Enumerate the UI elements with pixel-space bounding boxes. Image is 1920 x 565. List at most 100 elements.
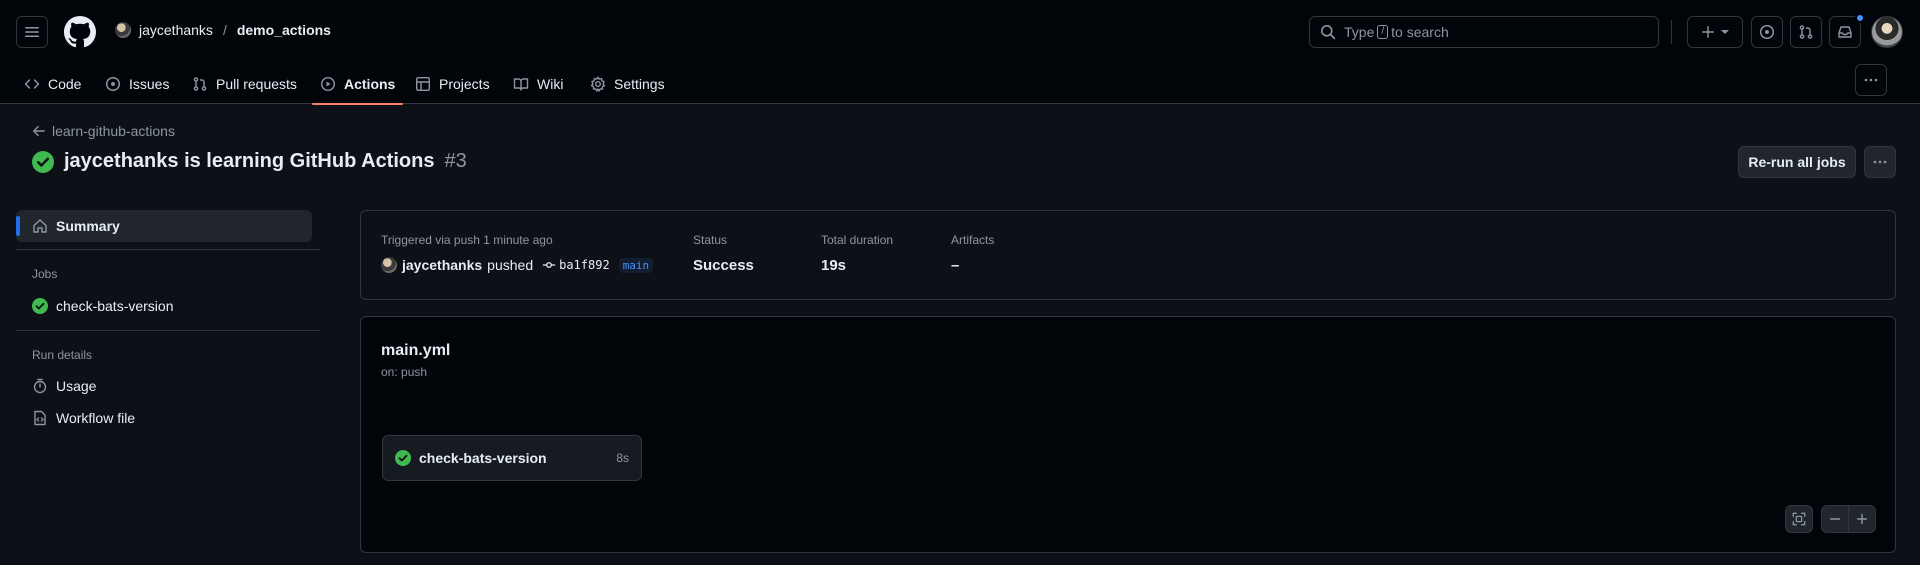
owner-link[interactable]: jaycethanks (139, 22, 213, 38)
workflow-file-name: main.yml (381, 342, 451, 359)
status-label: Status (693, 233, 728, 247)
breadcrumb-separator: / (222, 22, 227, 38)
git-commit-icon (542, 262, 556, 268)
tab-projects-label: Projects (439, 76, 490, 92)
tab-actions-label: Actions (344, 76, 396, 92)
inbox-icon (1838, 26, 1852, 38)
sidebar-item-usage[interactable]: Usage (16, 370, 312, 402)
workflow-graph-panel: main.yml on: push check-bats-version 8s (360, 316, 1896, 553)
search-input[interactable]: Type / to search (1309, 16, 1659, 48)
pull-requests-button[interactable] (1790, 16, 1822, 48)
repo-link[interactable]: demo_actions (237, 22, 331, 38)
tab-pull-requests-label: Pull requests (216, 76, 297, 92)
tab-settings[interactable]: Settings (582, 64, 673, 104)
sidebar-run-details-heading: Run details (32, 348, 93, 362)
file-code-icon (34, 410, 46, 426)
sidebar-item-label: Workflow file (56, 410, 136, 426)
sidebar-item-workflow-file[interactable]: Workflow file (16, 402, 312, 434)
home-icon (33, 219, 47, 233)
plus-icon (1856, 513, 1868, 525)
job-card[interactable]: check-bats-version 8s (382, 435, 642, 481)
book-icon (513, 78, 529, 91)
menu-button[interactable] (16, 16, 48, 48)
sidebar-divider (16, 330, 320, 331)
issue-opened-icon (1759, 24, 1775, 40)
fullscreen-button[interactable] (1785, 505, 1813, 533)
check-circle-fill-icon (32, 298, 48, 314)
hamburger-icon (25, 27, 39, 37)
app-header: jaycethanks / demo_actions Type / to sea… (0, 0, 1920, 105)
actor-link[interactable]: jaycethanks (402, 257, 482, 273)
git-pull-request-icon (193, 77, 207, 91)
sidebar-divider (16, 249, 320, 250)
duration-label: Total duration (821, 233, 894, 247)
user-avatar[interactable] (1871, 16, 1903, 48)
kebab-horizontal-icon (1873, 160, 1887, 164)
status-value: Success (693, 257, 754, 274)
issue-opened-icon (105, 76, 121, 92)
rerun-all-jobs-button[interactable]: Re-run all jobs (1738, 146, 1856, 178)
status-info: Status Success (693, 233, 754, 274)
tab-projects[interactable]: Projects (407, 64, 498, 104)
zoom-in-button[interactable] (1848, 505, 1876, 533)
actor-avatar (381, 257, 397, 273)
tab-pull-requests[interactable]: Pull requests (184, 64, 305, 104)
job-name: check-bats-version (419, 450, 547, 466)
sidebar-item-label: check-bats-version (56, 298, 174, 314)
commit-sha-link[interactable]: ba1f892 (542, 258, 610, 272)
check-circle-fill-icon (32, 150, 54, 173)
run-summary-panel: Triggered via push 1 minute ago jaycetha… (360, 210, 1896, 300)
trigger-text: Triggered via push 1 minute ago (381, 233, 553, 247)
run-options-button[interactable] (1864, 146, 1896, 178)
artifacts-label: Artifacts (951, 233, 995, 247)
tab-code[interactable]: Code (16, 64, 89, 104)
branch-label[interactable]: main (618, 257, 654, 273)
sidebar-jobs-heading: Jobs (32, 267, 58, 281)
git-pull-request-icon (1799, 25, 1813, 39)
page-title: jaycethanks is learning GitHub Actions #… (32, 150, 467, 173)
code-icon (24, 79, 40, 89)
stopwatch-icon (33, 378, 47, 394)
artifacts-info: Artifacts – (951, 233, 994, 274)
header-divider (1671, 20, 1672, 44)
repo-nav: Code Issues Pull requests Actions Projec… (0, 64, 1920, 105)
commit-info: jaycethanks pushed ba1f892 main (381, 257, 654, 273)
plus-icon (1702, 26, 1714, 38)
issues-button[interactable] (1751, 16, 1783, 48)
sidebar-item-job[interactable]: check-bats-version (16, 290, 312, 322)
create-new-button[interactable] (1687, 16, 1743, 48)
table-icon (416, 77, 431, 92)
back-link[interactable]: learn-github-actions (32, 123, 175, 139)
dash-icon (1829, 518, 1841, 520)
duration-info: Total duration 19s (821, 233, 893, 274)
sidebar-item-summary[interactable]: Summary (16, 210, 312, 242)
top-bar: jaycethanks / demo_actions Type / to sea… (0, 0, 1920, 64)
repo-breadcrumb: jaycethanks / demo_actions (115, 22, 331, 38)
tab-issues-label: Issues (129, 76, 170, 92)
tab-wiki[interactable]: Wiki (505, 64, 571, 104)
arrow-left-icon (33, 125, 45, 137)
search-placeholder-prefix: Type (1344, 24, 1375, 40)
zoom-out-button[interactable] (1821, 505, 1849, 533)
search-shortcut-key: / (1377, 25, 1389, 39)
search-placeholder-suffix: to search (1391, 24, 1449, 40)
job-duration: 8s (616, 451, 629, 465)
run-number: #3 (444, 150, 467, 172)
run-title: jaycethanks is learning GitHub Actions (64, 150, 435, 172)
trigger-info: Triggered via push 1 minute ago jaycetha… (381, 233, 654, 273)
triangle-down-icon (1721, 30, 1729, 34)
tab-code-label: Code (48, 76, 82, 92)
sidebar-item-label: Usage (56, 378, 97, 394)
workflow-trigger: on: push (381, 365, 428, 379)
notification-indicator (1855, 13, 1865, 23)
kebab-horizontal-icon (1864, 78, 1878, 82)
commit-sha: ba1f892 (559, 258, 610, 272)
tab-issues[interactable]: Issues (97, 64, 177, 104)
artifacts-value: – (951, 257, 960, 274)
tab-actions[interactable]: Actions (312, 64, 404, 105)
push-action: pushed (487, 257, 534, 273)
github-logo-icon[interactable] (64, 16, 96, 48)
play-icon (320, 76, 336, 92)
screen-full-icon (1792, 512, 1806, 526)
more-nav-button[interactable] (1855, 64, 1887, 96)
